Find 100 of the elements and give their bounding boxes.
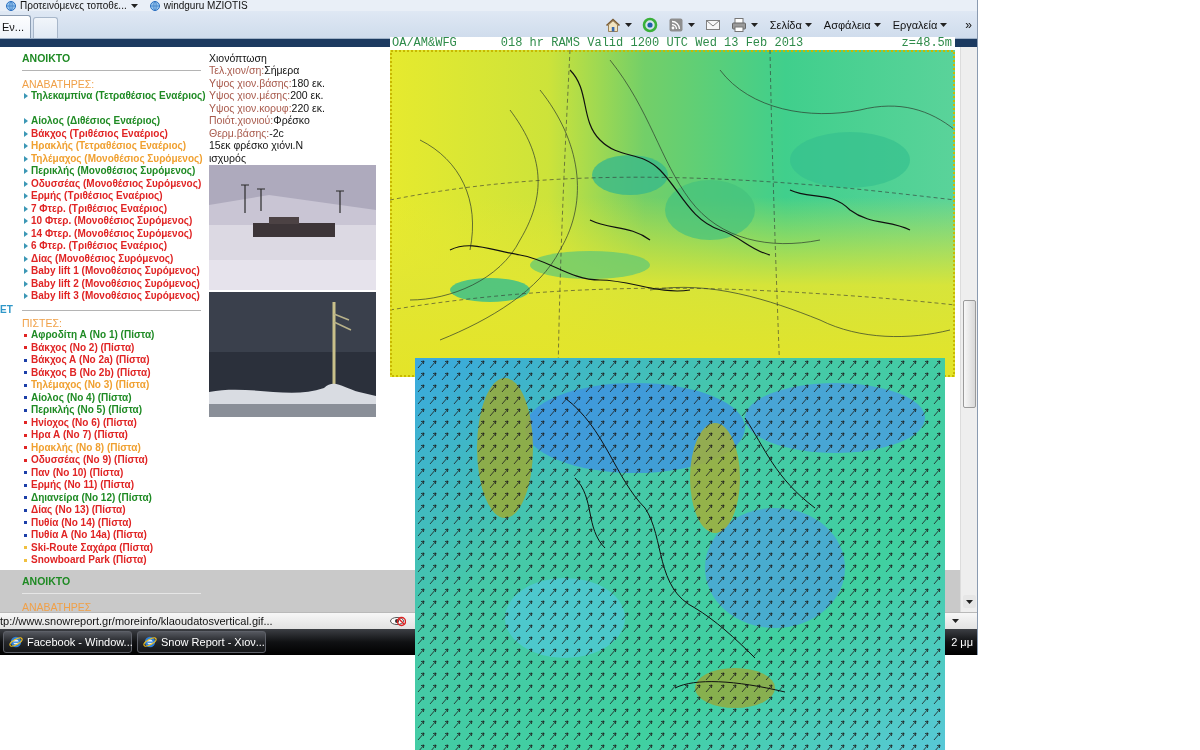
caret-icon	[873, 22, 881, 27]
lift-link[interactable]: 7 Φτερ. (Τριθέσιος Εναέριος)	[31, 202, 168, 215]
field-label: Υψος χιον.βάσης:	[209, 76, 292, 90]
lift-link[interactable]: Baby lift 3 (Μονοθέσιος Συρόμενος)	[31, 290, 200, 303]
section-heading: ΑΝΑΒΑΤΗΡΕΣ	[22, 600, 92, 613]
triangle-bullet-icon	[24, 255, 28, 262]
field-value: 180 εκ.	[291, 76, 325, 90]
home-icon[interactable]	[604, 16, 621, 33]
triangle-bullet-icon	[24, 243, 28, 250]
piste-link[interactable]: Βάκχος (No 2) (Πίστα)	[31, 341, 135, 354]
field-label: Θερμ.βάσης:	[209, 126, 270, 140]
piste-link[interactable]: Snowboard Park (Πίστα)	[31, 554, 147, 567]
field-value: Φρέσκο	[273, 114, 310, 127]
piste-link[interactable]: Πυθία Α (No 14a) (Πίστα)	[31, 529, 147, 542]
caret-icon[interactable]	[687, 22, 695, 27]
scrollbar-thumb[interactable]	[962, 300, 976, 408]
globe-icon	[6, 0, 16, 11]
piste-link[interactable]: Αίολος (No 4) (Πίστα)	[31, 391, 132, 404]
triangle-bullet-icon	[24, 230, 28, 237]
piste-link[interactable]: Ηνίοχος (No 6) (Πίστα)	[31, 416, 137, 429]
piste-link[interactable]: Βάκχος Α (No 2a) (Πίστα)	[31, 354, 150, 367]
caret-icon[interactable]	[750, 22, 758, 27]
favorite-link[interactable]: windguru MZIOTIS	[163, 0, 248, 11]
caret-icon	[940, 22, 948, 27]
eye-icon[interactable]	[390, 615, 406, 627]
triangle-bullet-icon	[24, 168, 28, 175]
triangle-bullet-icon	[24, 155, 28, 162]
piste-link[interactable]: Οδυσσέας (No 9) (Πίστα)	[31, 454, 148, 467]
map-caption: OA/AM&WFG	[392, 37, 457, 50]
snow-note: 15εκ φρέσκο χιόνι.Ν ισχυρός	[209, 139, 305, 165]
globe-icon	[149, 0, 160, 11]
triangle-bullet-icon	[24, 205, 28, 212]
scroll-down-button[interactable]	[962, 595, 976, 608]
menu-button[interactable]: Εργαλεία	[892, 18, 948, 31]
lift-link[interactable]: Baby lift 1 (Μονοθέσιος Συρόμενος)	[31, 265, 200, 278]
field-label: Υψος χιον.μέσης:	[209, 89, 291, 102]
piste-link[interactable]: Περικλής (No 5) (Πίστα)	[31, 404, 143, 417]
caret-icon[interactable]	[130, 3, 138, 8]
lift-link[interactable]: Τηλεκαμπίνα (Τετραθέσιος Εναέριος)	[31, 90, 206, 103]
lift-link[interactable]: Οδυσσέας (Μονοθέσιος Συρόμενος)	[31, 177, 202, 190]
triangle-bullet-icon	[24, 180, 28, 187]
lift-link[interactable]: Βάκχος (Τριθέσιος Εναέριος)	[31, 127, 168, 140]
piste-link[interactable]: Παν (No 10) (Πίστα)	[31, 466, 124, 479]
lift-link[interactable]: 14 Φτερ. (Μονοθέσιος Συρόμενος)	[31, 227, 193, 240]
triangle-bullet-icon	[24, 218, 28, 225]
menu-button[interactable]: Ασφάλεια	[823, 18, 881, 31]
taskbar-button[interactable]: Facebook - Window...	[3, 631, 132, 653]
map-caption: 018 hr RAMS Valid 1200 UTC Wed 13 Feb 2013	[500, 37, 804, 50]
field-value: 200 εκ.	[290, 89, 324, 102]
piste-link[interactable]: Ερμής (No 11) (Πίστα)	[31, 479, 134, 492]
lift-link[interactable]: Ερμής (Τριθέσιος Εναέριος)	[31, 190, 163, 203]
triangle-bullet-icon	[24, 130, 28, 137]
caret-icon	[804, 22, 812, 27]
lift-link[interactable]: Δίας (Μονοθέσιος Συρόμενος)	[31, 252, 174, 265]
browser-icon	[143, 635, 157, 649]
triangle-bullet-icon	[24, 293, 28, 300]
browser-tab[interactable]: Εν...	[0, 15, 31, 38]
triangle-bullet-icon	[24, 118, 28, 125]
taskbar-button[interactable]: Snow Report - Χιον...	[137, 631, 266, 653]
piste-link[interactable]: Πυθία (No 14) (Πίστα)	[31, 516, 132, 529]
status-heading: ΑΝΟΙΚΤΟ	[22, 52, 71, 65]
piste-link[interactable]: Δηιανείρα (No 12) (Πίστα)	[31, 491, 152, 504]
snow-report-title: Χιονόπτωση	[209, 51, 267, 65]
lift-link[interactable]: Περικλής (Μονοθέσιος Συρόμενος)	[31, 165, 196, 178]
menu-button[interactable]: Σελίδα	[769, 18, 812, 31]
clock-text: 2 μμ	[951, 636, 973, 648]
field-value: 220 εκ.	[291, 101, 325, 115]
map-caption: z=48.5m	[901, 37, 952, 50]
lift-link[interactable]: 10 Φτερ. (Μονοθέσιος Συρόμενος)	[31, 215, 193, 228]
triangle-bullet-icon	[24, 193, 28, 200]
status-url: tp://www.snowreport.gr/moreinfo/klaoudatosvertical.gif...	[0, 615, 274, 627]
printer-icon[interactable]	[730, 16, 747, 33]
edge-text: ET	[0, 304, 14, 316]
more-button[interactable]: »	[965, 17, 972, 32]
field-label: Υψος χιον.κορυφ:	[209, 101, 292, 115]
favorite-link[interactable]: Προτεινόμενες τοποθε...	[20, 0, 127, 11]
field-value: Σήμερα	[264, 64, 300, 77]
triangle-bullet-icon	[24, 268, 28, 275]
ring-icon[interactable]	[641, 16, 658, 33]
status-heading: ΑΝΟΙΚΤΟ	[22, 575, 71, 588]
lift-link[interactable]: 6 Φτερ. (Τριθέσιος Εναέριος)	[31, 240, 168, 253]
browser-icon	[9, 635, 23, 649]
lift-link[interactable]: Baby lift 2 (Μονοθέσιος Συρόμενος)	[31, 277, 200, 290]
piste-link[interactable]: Δίας (No 13) (Πίστα)	[31, 504, 126, 517]
piste-link[interactable]: Ηρα Α (No 7) (Πίστα)	[31, 429, 128, 442]
piste-link[interactable]: Αφροδίτη Α (No 1) (Πίστα)	[31, 329, 155, 342]
scrollbar-track[interactable]	[960, 47, 977, 612]
piste-link[interactable]: Βάκχος Β (No 2b) (Πίστα)	[31, 366, 151, 379]
field-label: Τελ.χιον/ση:	[209, 64, 265, 77]
field-label: Ποιότ.χιονιού:	[209, 114, 274, 127]
section-heading: ΑΝΑΒΑΤΗΡΕΣ:	[22, 77, 95, 90]
lift-link[interactable]: Αίολος (Διθέσιος Εναέριος)	[31, 115, 161, 128]
triangle-bullet-icon	[24, 143, 28, 150]
caret-icon[interactable]	[624, 22, 632, 27]
triangle-bullet-icon	[24, 93, 28, 100]
caret-icon[interactable]	[952, 619, 959, 623]
field-value: -2c	[269, 126, 284, 140]
piste-link[interactable]: Ski-Route Σαχάρα (Πίστα)	[31, 541, 154, 554]
triangle-bullet-icon	[24, 280, 28, 287]
caret-icon	[965, 599, 973, 604]
